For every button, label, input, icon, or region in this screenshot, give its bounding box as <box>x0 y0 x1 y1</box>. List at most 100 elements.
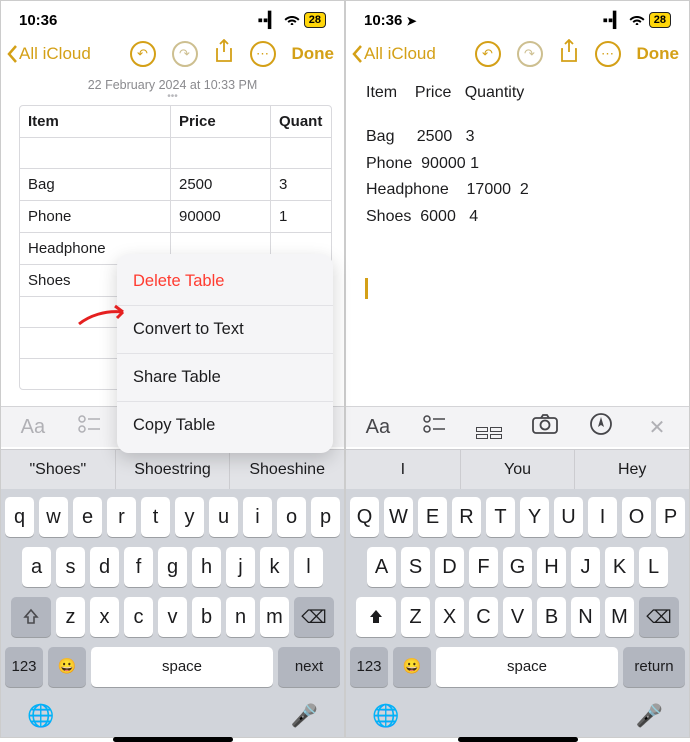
mic-icon[interactable]: 🎤 <box>636 703 663 729</box>
letter-key[interactable]: Y <box>520 497 549 537</box>
letter-key[interactable]: F <box>469 547 498 587</box>
suggestion[interactable]: "Shoes" <box>1 450 115 489</box>
suggestion[interactable]: You <box>460 450 575 489</box>
text-style-button[interactable]: Aa <box>13 416 53 439</box>
note-body[interactable]: Item Price Quantity Bag 2500 3 Phone 900… <box>346 74 689 236</box>
table-cell[interactable]: 3 <box>270 169 331 200</box>
letter-key[interactable]: B <box>537 597 566 637</box>
letter-key[interactable]: y <box>175 497 204 537</box>
table-row[interactable]: Phone 90000 1 <box>20 200 331 232</box>
menu-share-table[interactable]: Share Table <box>117 354 333 402</box>
more-button[interactable]: ⋯ <box>595 41 621 67</box>
letter-key[interactable]: s <box>56 547 85 587</box>
letter-key[interactable]: j <box>226 547 255 587</box>
letter-key[interactable]: R <box>452 497 481 537</box>
letter-key[interactable]: b <box>192 597 221 637</box>
letter-key[interactable]: S <box>401 547 430 587</box>
shift-key[interactable] <box>356 597 396 637</box>
letter-key[interactable]: o <box>277 497 306 537</box>
table-cell[interactable]: 90000 <box>170 201 270 232</box>
letter-key[interactable]: e <box>73 497 102 537</box>
share-button[interactable] <box>214 39 234 68</box>
letter-key[interactable]: X <box>435 597 464 637</box>
checklist-button[interactable] <box>414 415 454 439</box>
table-header-cell[interactable]: Quant <box>270 106 331 137</box>
back-button[interactable]: All iCloud <box>352 44 436 64</box>
letter-key[interactable]: C <box>469 597 498 637</box>
letter-key[interactable]: P <box>656 497 685 537</box>
done-button[interactable]: Done <box>292 44 335 64</box>
menu-convert-to-text[interactable]: Convert to Text <box>117 306 333 354</box>
letter-key[interactable]: m <box>260 597 289 637</box>
space-key[interactable]: space <box>436 647 618 687</box>
camera-button[interactable] <box>525 414 565 440</box>
letter-key[interactable]: r <box>107 497 136 537</box>
letter-key[interactable]: G <box>503 547 532 587</box>
letter-key[interactable]: t <box>141 497 170 537</box>
globe-icon[interactable]: 🌐 <box>27 703 54 729</box>
letter-key[interactable]: z <box>56 597 85 637</box>
return-key[interactable]: return <box>623 647 685 687</box>
table-cell[interactable]: 1 <box>270 201 331 232</box>
letter-key[interactable]: p <box>311 497 340 537</box>
suggestion[interactable]: Hey <box>574 450 689 489</box>
letter-key[interactable]: A <box>367 547 396 587</box>
return-key[interactable]: next <box>278 647 340 687</box>
globe-icon[interactable]: 🌐 <box>372 703 399 729</box>
delete-key[interactable]: ⌫ <box>294 597 334 637</box>
close-toolbar-button[interactable]: ✕ <box>637 415 677 440</box>
redo-button[interactable]: ↷ <box>172 41 198 67</box>
letter-key[interactable]: W <box>384 497 413 537</box>
done-button[interactable]: Done <box>637 44 680 64</box>
letter-key[interactable]: c <box>124 597 153 637</box>
table-cell[interactable]: Bag <box>20 169 170 200</box>
shift-key[interactable] <box>11 597 51 637</box>
delete-key[interactable]: ⌫ <box>639 597 679 637</box>
numbers-key[interactable]: 123 <box>5 647 43 687</box>
emoji-key[interactable]: 😀 <box>393 647 431 687</box>
letter-key[interactable]: f <box>124 547 153 587</box>
letter-key[interactable]: Q <box>350 497 379 537</box>
suggestion[interactable]: Shoeshine <box>229 450 344 489</box>
letter-key[interactable]: T <box>486 497 515 537</box>
table-cell[interactable]: Phone <box>20 201 170 232</box>
letter-key[interactable]: k <box>260 547 289 587</box>
letter-key[interactable]: E <box>418 497 447 537</box>
letter-key[interactable]: h <box>192 547 221 587</box>
table-row[interactable]: Bag 2500 3 <box>20 168 331 200</box>
letter-key[interactable]: g <box>158 547 187 587</box>
undo-button[interactable]: ↶ <box>130 41 156 67</box>
emoji-key[interactable]: 😀 <box>48 647 86 687</box>
menu-delete-table[interactable]: Delete Table <box>117 258 333 306</box>
table-header-cell[interactable]: Price <box>170 106 270 137</box>
letter-key[interactable]: M <box>605 597 634 637</box>
letter-key[interactable]: D <box>435 547 464 587</box>
letter-key[interactable]: J <box>571 547 600 587</box>
share-button[interactable] <box>559 39 579 68</box>
letter-key[interactable]: n <box>226 597 255 637</box>
space-key[interactable]: space <box>91 647 273 687</box>
numbers-key[interactable]: 123 <box>350 647 388 687</box>
table-cell[interactable]: 2500 <box>170 169 270 200</box>
text-style-button[interactable]: Aa <box>358 416 398 439</box>
letter-key[interactable]: O <box>622 497 651 537</box>
table-header-row[interactable]: Item Price Quant <box>20 106 331 137</box>
letter-key[interactable]: H <box>537 547 566 587</box>
redo-button[interactable]: ↷ <box>517 41 543 67</box>
letter-key[interactable]: a <box>22 547 51 587</box>
letter-key[interactable]: l <box>294 547 323 587</box>
suggestion[interactable]: Shoestring <box>115 450 230 489</box>
letter-key[interactable]: x <box>90 597 119 637</box>
letter-key[interactable]: L <box>639 547 668 587</box>
letter-key[interactable]: q <box>5 497 34 537</box>
table-header-cell[interactable]: Item <box>20 106 170 137</box>
letter-key[interactable]: V <box>503 597 532 637</box>
markup-button[interactable] <box>581 413 621 441</box>
more-button[interactable]: ⋯ <box>250 41 276 67</box>
suggestion[interactable]: I <box>346 450 460 489</box>
letter-key[interactable]: K <box>605 547 634 587</box>
back-button[interactable]: All iCloud <box>7 44 91 64</box>
mic-icon[interactable]: 🎤 <box>291 703 318 729</box>
letter-key[interactable]: N <box>571 597 600 637</box>
letter-key[interactable]: u <box>209 497 238 537</box>
